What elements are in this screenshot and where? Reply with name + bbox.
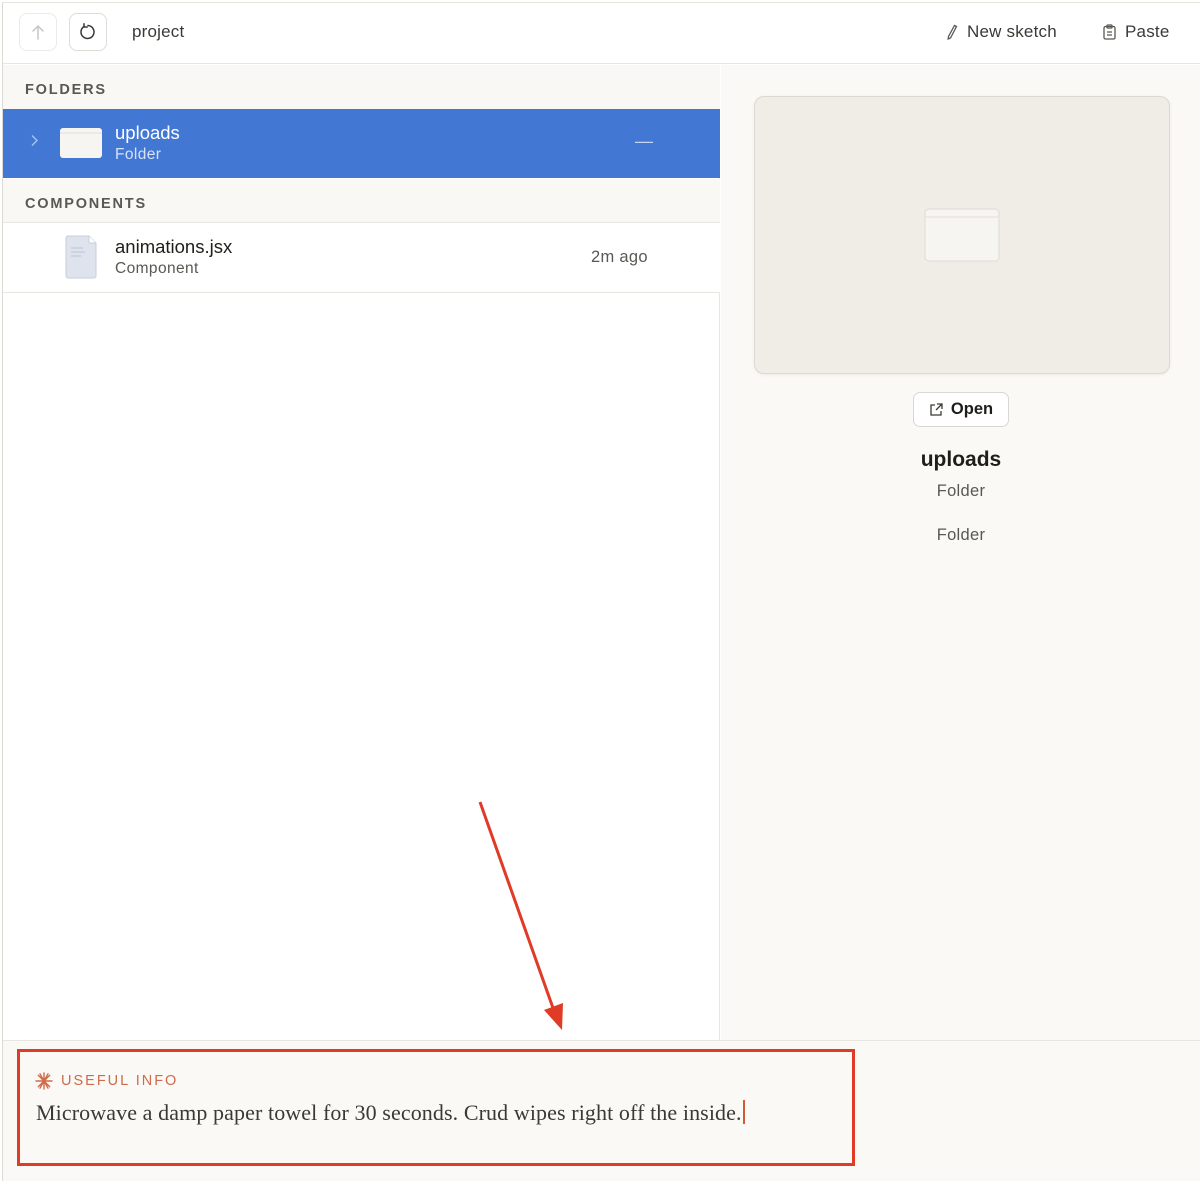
folder-name: uploads: [115, 122, 180, 143]
folder-row-uploads[interactable]: uploads Folder —: [3, 109, 720, 178]
preview-thumbnail: [754, 96, 1170, 374]
info-label: USEFUL INFO: [35, 1072, 178, 1090]
component-name: animations.jsx: [115, 236, 233, 257]
go-up-button[interactable]: [19, 13, 57, 51]
file-icon: [65, 235, 97, 279]
folder-modified: —: [635, 131, 653, 151]
text-caret: [742, 1100, 745, 1124]
current-path: project: [132, 22, 185, 41]
component-modified: 2m ago: [591, 248, 648, 266]
chevron-right-icon[interactable]: [30, 134, 38, 150]
folder-icon: [924, 208, 1000, 262]
toolbar: project New sketch Paste: [3, 3, 1200, 64]
refresh-button[interactable]: [69, 13, 107, 51]
highlight-box: USEFUL INFO Microwave a damp paper towel…: [17, 1049, 855, 1166]
file-list-pane: FOLDERS uploads Folder — COMPONENTS anim…: [3, 65, 720, 1040]
paste-button[interactable]: Paste: [1103, 22, 1169, 42]
details-kind: Folder: [936, 526, 986, 544]
paste-label: Paste: [1125, 22, 1170, 41]
details-subtitle: Folder: [936, 482, 986, 500]
folders-section-header: FOLDERS: [3, 65, 720, 109]
component-type: Component: [115, 260, 199, 277]
sparkle-icon: [35, 1072, 53, 1090]
folder-type: Folder: [115, 146, 162, 163]
arrow-up-icon: [32, 24, 44, 40]
info-text-content: Microwave a damp paper towel for 30 seco…: [36, 1100, 742, 1125]
component-row-animations[interactable]: animations.jsx Component 2m ago: [3, 223, 720, 293]
components-section-header: COMPONENTS: [3, 179, 720, 223]
external-link-icon: [930, 402, 943, 416]
open-label: Open: [950, 400, 994, 418]
new-sketch-button[interactable]: New sketch: [946, 22, 1057, 42]
new-sketch-label: New sketch: [967, 22, 1057, 41]
file-browser-window: project New sketch Paste FOLDERS uploads…: [2, 2, 1200, 1181]
details-title: uploads: [920, 448, 1002, 471]
refresh-icon: [80, 23, 95, 40]
folder-icon: [60, 128, 102, 158]
info-text[interactable]: Microwave a damp paper towel for 30 seco…: [36, 1100, 745, 1126]
clipboard-icon: [1103, 24, 1116, 40]
info-label-text: USEFUL INFO: [61, 1073, 179, 1089]
info-bar: USEFUL INFO Microwave a damp paper towel…: [3, 1040, 1200, 1181]
pencil-icon: [947, 24, 958, 40]
open-button[interactable]: Open: [913, 392, 1009, 427]
details-pane: Open uploads Folder Folder: [721, 65, 1200, 1040]
